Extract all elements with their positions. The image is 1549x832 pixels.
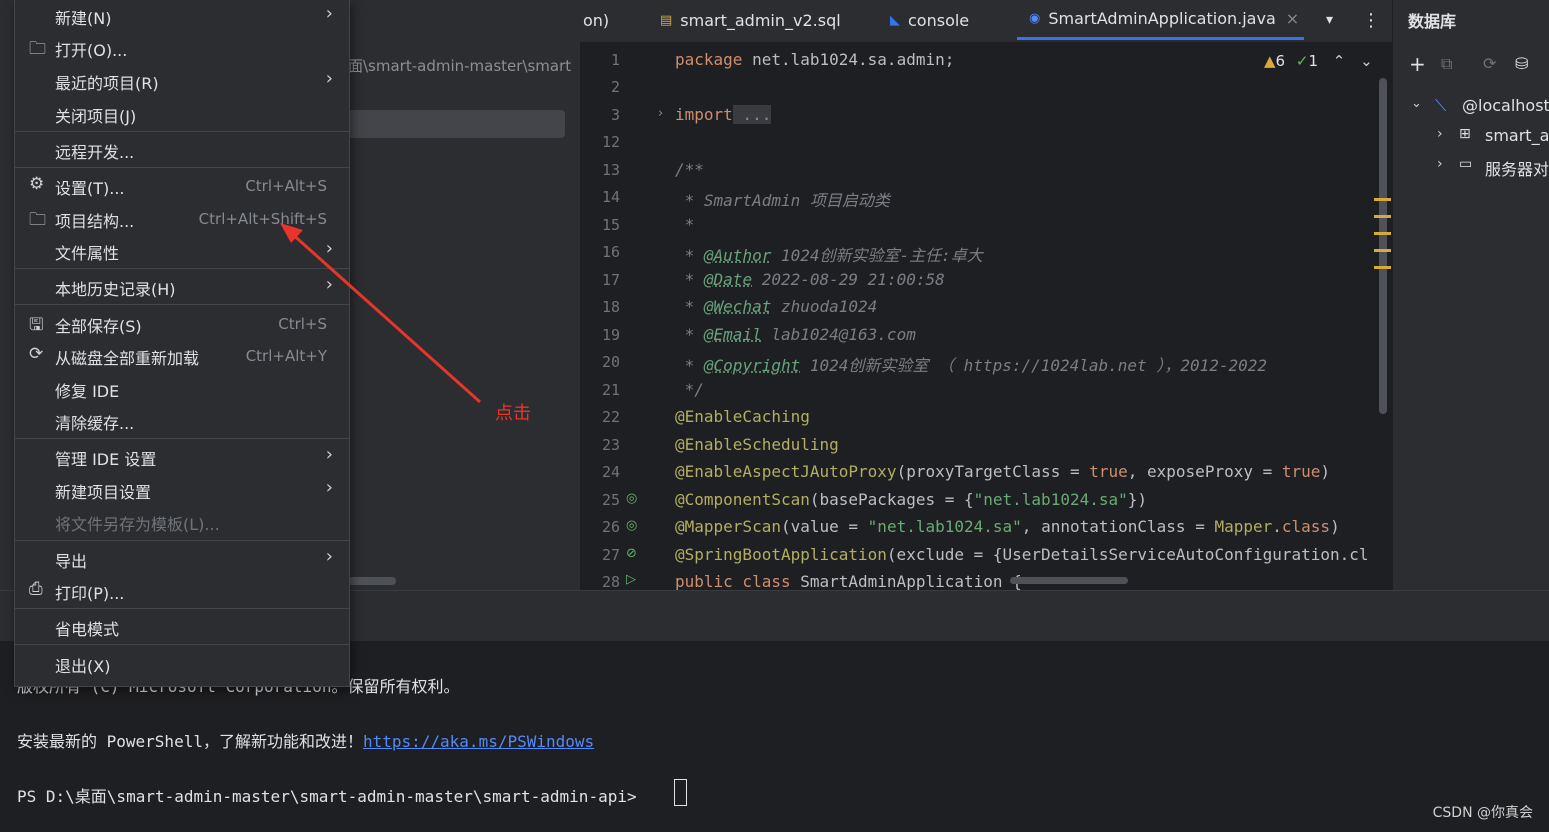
annotation-label: 点击 — [495, 403, 531, 424]
annotation-arrow — [280, 223, 482, 404]
